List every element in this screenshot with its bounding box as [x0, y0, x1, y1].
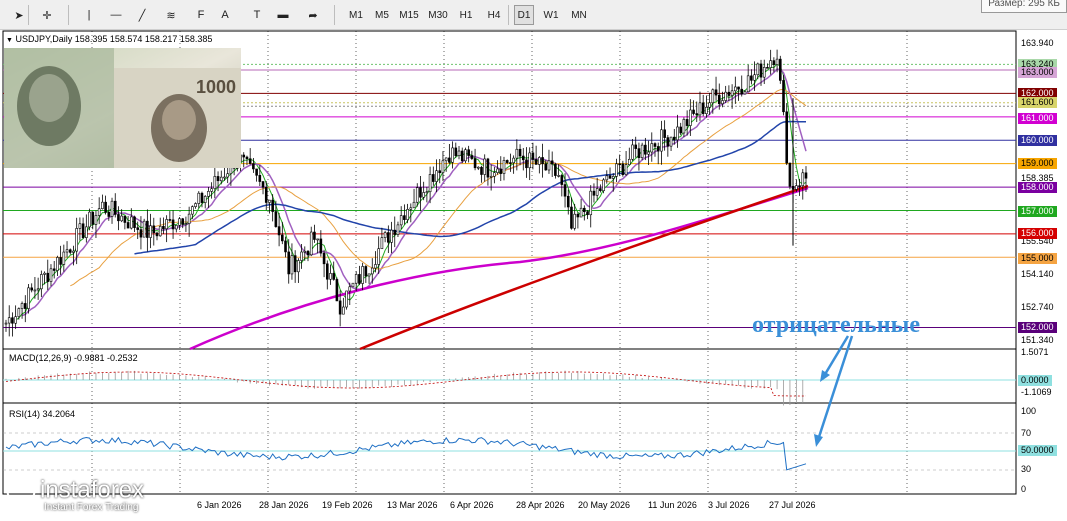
- macd-header: MACD(12,26,9) -0.9881 -0.2532: [9, 353, 138, 363]
- price-level-label: 157.000: [1018, 206, 1057, 217]
- annotation-text: отрицательные: [752, 312, 920, 338]
- date-axis-label: 3 Jul 2026: [708, 500, 750, 510]
- trendline-icon[interactable]: ╱: [131, 5, 153, 25]
- date-axis-label: 13 Mar 2026: [387, 500, 438, 510]
- currency-banknotes-image: 1000: [4, 48, 241, 168]
- brand-tagline: Instant Forex Trading: [44, 502, 139, 513]
- cursor-icon[interactable]: ➤: [8, 5, 30, 25]
- price-level-label: 50.0000: [1018, 445, 1057, 456]
- candle: [345, 290, 348, 310]
- timeframe-w1[interactable]: W1: [541, 5, 561, 25]
- timeframe-d1[interactable]: D1: [514, 5, 534, 25]
- candle: [142, 218, 146, 238]
- price-level-label: 160.000: [1018, 135, 1057, 146]
- candle: [464, 147, 467, 164]
- candle: [782, 75, 785, 116]
- candle: [351, 282, 355, 288]
- candle: [778, 55, 782, 84]
- price-axis-label: 154.140: [1021, 269, 1054, 279]
- rsi-axis-label: 100: [1021, 406, 1037, 416]
- rsi-axis-label: 70: [1021, 428, 1032, 438]
- timeframe-m1[interactable]: M1: [346, 5, 366, 25]
- symbol-header-text: USDJPY,Daily 158.395 158.574 158.217 158…: [15, 34, 213, 44]
- candle: [88, 208, 91, 231]
- timeframe-m30[interactable]: M30: [426, 5, 450, 25]
- rsi-axis-label: 30: [1021, 464, 1032, 474]
- price-axis-label: 163.940: [1021, 38, 1054, 48]
- horizontal-line-icon[interactable]: —: [105, 5, 127, 25]
- rsi-axis-label: 0: [1021, 484, 1027, 494]
- date-axis-label: 20 May 2026: [578, 500, 631, 510]
- vertical-line-icon[interactable]: |: [78, 5, 100, 25]
- logo-icon: [6, 474, 36, 504]
- price-level-label: 152.000: [1018, 322, 1057, 333]
- crosshair-icon[interactable]: ✛: [36, 5, 58, 25]
- candle: [785, 103, 789, 166]
- price-level-label: 159.000: [1018, 158, 1057, 169]
- date-axis-label: 28 Jan 2026: [259, 500, 309, 510]
- price-level-label: 156.000: [1018, 228, 1057, 239]
- candle: [335, 277, 339, 302]
- price-level-label: 161.600: [1018, 97, 1057, 108]
- text-icon[interactable]: A: [214, 5, 236, 25]
- date-axis-label: 11 Jun 2026: [648, 500, 697, 510]
- chart-symbol-header: ▼ USDJPY,Daily 158.395 158.574 158.217 1…: [6, 34, 213, 44]
- date-axis-label: 27 Jul 2026: [769, 500, 816, 510]
- timeframe-m15[interactable]: M15: [398, 5, 420, 25]
- price-level-label: 155.000: [1018, 253, 1057, 264]
- text-label-icon[interactable]: T: [246, 5, 268, 25]
- toolbar: ➤ ✛ | — ╱ ≋ F A T ▬ ➦ M1 M5 M15 M30 H1 H4 D1 W1 MN Размер: …: [0, 0, 1067, 30]
- svg-text:1000: 1000: [196, 77, 236, 97]
- rectangle-icon[interactable]: ▬: [272, 5, 294, 25]
- size-label: Размер: 295 КБ: [981, 0, 1067, 13]
- timeframe-h4[interactable]: H4: [484, 5, 504, 25]
- timeframe-mn[interactable]: MN: [568, 5, 590, 25]
- price-axis-label: 151.340: [1021, 335, 1054, 345]
- date-axis-label: 28 Apr 2026: [516, 500, 565, 510]
- price-level-label: 0.0000: [1018, 375, 1052, 386]
- macd-axis-label: 1.5071: [1021, 347, 1049, 357]
- date-axis-label: 6 Apr 2026: [450, 500, 494, 510]
- candle: [602, 178, 605, 194]
- date-axis-label: 6 Jan 2026: [197, 500, 242, 510]
- timeframe-m5[interactable]: M5: [372, 5, 392, 25]
- price-level-label: 163.000: [1018, 67, 1057, 78]
- candle: [640, 142, 644, 161]
- timeframe-h1[interactable]: H1: [456, 5, 476, 25]
- rsi-header: RSI(14) 34.2064: [9, 409, 76, 419]
- brand-name: instaforex: [40, 476, 145, 504]
- chart-frame[interactable]: 1000 ▼ USDJPY,Daily 158.395 158.574 158.…: [0, 30, 1067, 521]
- date-axis-label: 19 Feb 2026: [322, 500, 373, 510]
- instaforex-logo: instaforex Instant Forex Trading: [6, 474, 145, 513]
- price-level-label: 161.000: [1018, 113, 1057, 124]
- price-level-label: 158.000: [1018, 182, 1057, 193]
- candle: [788, 162, 792, 190]
- channel-icon[interactable]: ≋: [160, 5, 182, 25]
- arrows-icon[interactable]: ➦: [302, 5, 324, 25]
- fibonacci-icon[interactable]: F: [190, 5, 212, 25]
- macd-axis-label: -1.1069: [1021, 387, 1052, 397]
- price-axis-label: 152.740: [1021, 302, 1054, 312]
